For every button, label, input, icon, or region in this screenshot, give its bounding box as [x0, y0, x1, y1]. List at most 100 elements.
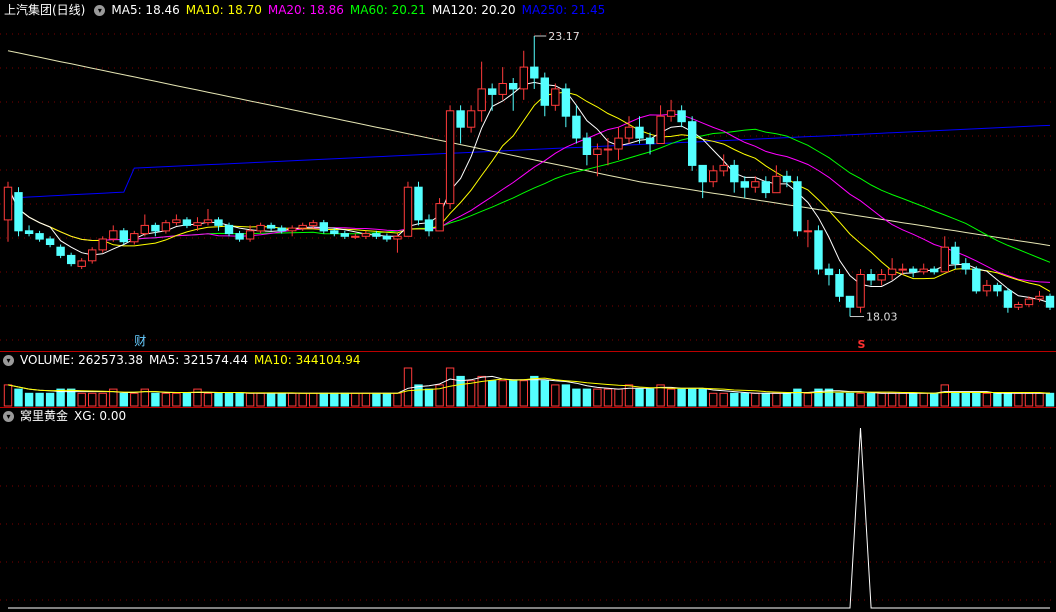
- candlestick-chart[interactable]: 23.17 18.03 S 财: [0, 0, 1056, 352]
- candle: [856, 269, 865, 313]
- candle: [119, 228, 128, 245]
- volume-bar: [772, 392, 781, 407]
- volume-bar: [614, 388, 623, 407]
- candle-body: [972, 268, 981, 292]
- candle: [761, 176, 770, 199]
- candle-body: [403, 186, 413, 237]
- candle: [919, 263, 928, 275]
- volume-bar: [803, 392, 813, 407]
- volume-bar: [603, 388, 613, 407]
- volume-bar: [593, 388, 602, 407]
- volume-bar: [119, 392, 128, 407]
- candle-body: [940, 246, 949, 273]
- candle: [393, 233, 402, 253]
- candle-body: [719, 164, 728, 172]
- candle: [803, 219, 813, 248]
- candle-body: [340, 233, 350, 237]
- candle-body: [530, 66, 539, 79]
- volume-bar: [561, 384, 571, 407]
- candle-body: [761, 181, 770, 194]
- candle: [772, 165, 781, 194]
- candle-body: [519, 66, 528, 90]
- candle: [530, 36, 539, 89]
- candle: [98, 236, 107, 253]
- candle: [614, 127, 623, 160]
- candle: [266, 222, 276, 231]
- candle: [414, 181, 423, 226]
- candle-body: [698, 164, 707, 183]
- volume-bar: [540, 380, 549, 407]
- volume-bar: [466, 380, 476, 407]
- ma20-line: [7, 113, 1051, 283]
- candle-body: [172, 219, 181, 224]
- candle-body: [635, 126, 644, 139]
- volume-bar: [993, 392, 1002, 407]
- candle: [424, 214, 434, 237]
- candle-body: [456, 110, 465, 128]
- candle: [993, 282, 1002, 297]
- volume-bar: [530, 375, 539, 407]
- candle-body: [930, 268, 939, 273]
- candle: [319, 219, 329, 234]
- volume-bar: [393, 392, 402, 407]
- volume-bar: [698, 388, 707, 407]
- indicator-chart[interactable]: [0, 408, 1056, 612]
- volume-bar: [940, 384, 949, 407]
- candle: [351, 233, 360, 240]
- candle: [909, 266, 918, 278]
- candle-body: [593, 148, 602, 155]
- candle-body: [866, 274, 876, 281]
- indicator-panel[interactable]: ▾ 窝里黄金 XG: 0.00: [0, 408, 1056, 612]
- candle-body: [182, 219, 192, 226]
- volume-panel[interactable]: ▾ VOLUME: 262573.38 MA5: 321574.44 MA10: 34…: [0, 352, 1056, 408]
- volume-chart[interactable]: [0, 352, 1056, 408]
- candle-body: [14, 192, 23, 232]
- volume-bar: [845, 392, 855, 407]
- candle-body: [256, 224, 265, 232]
- candle: [477, 61, 486, 122]
- volume-bar: [677, 388, 686, 407]
- volume-bar: [898, 392, 907, 407]
- candle-body: [414, 186, 423, 221]
- candle-body: [919, 268, 928, 273]
- candle-body: [709, 170, 718, 183]
- candle-body: [298, 224, 307, 229]
- volume-bar: [35, 392, 44, 407]
- candle-body: [130, 233, 139, 243]
- volume-bar: [730, 392, 739, 407]
- candle-body: [656, 115, 665, 144]
- sell-signal-marker: S: [858, 338, 866, 351]
- candle: [930, 266, 939, 275]
- candle: [688, 116, 697, 171]
- volume-bar: [551, 384, 560, 407]
- candle: [656, 105, 665, 144]
- candle-body: [951, 246, 960, 265]
- candle-body: [751, 181, 760, 188]
- candle-body: [1014, 304, 1023, 308]
- volume-bar: [203, 392, 213, 407]
- volume-bar: [266, 392, 276, 407]
- volume-bar: [509, 380, 518, 407]
- candle-body: [993, 284, 1002, 292]
- candle-body: [393, 235, 402, 240]
- candle-body: [961, 263, 970, 270]
- volume-bar: [351, 392, 360, 407]
- volume-bar: [1035, 392, 1044, 407]
- finance-event-marker: 财: [134, 334, 146, 348]
- price-panel[interactable]: 上汽集团(日线) ▾ MA5: 18.46 MA10: 18.70 MA20: 18.8…: [0, 0, 1056, 352]
- volume-bar: [635, 388, 644, 407]
- candle-body: [614, 137, 623, 150]
- volume-bar: [309, 392, 318, 407]
- candle-body: [203, 219, 213, 224]
- candle: [519, 50, 528, 100]
- volume-bar: [277, 392, 286, 407]
- candle: [561, 83, 571, 128]
- candle: [172, 214, 181, 226]
- volume-bar: [709, 392, 718, 407]
- candle-body: [119, 230, 128, 243]
- volume-bar: [88, 392, 97, 407]
- candle-body: [561, 88, 571, 117]
- candle-body: [435, 203, 444, 232]
- candle-body: [214, 219, 223, 226]
- ma120-line: [7, 50, 1051, 247]
